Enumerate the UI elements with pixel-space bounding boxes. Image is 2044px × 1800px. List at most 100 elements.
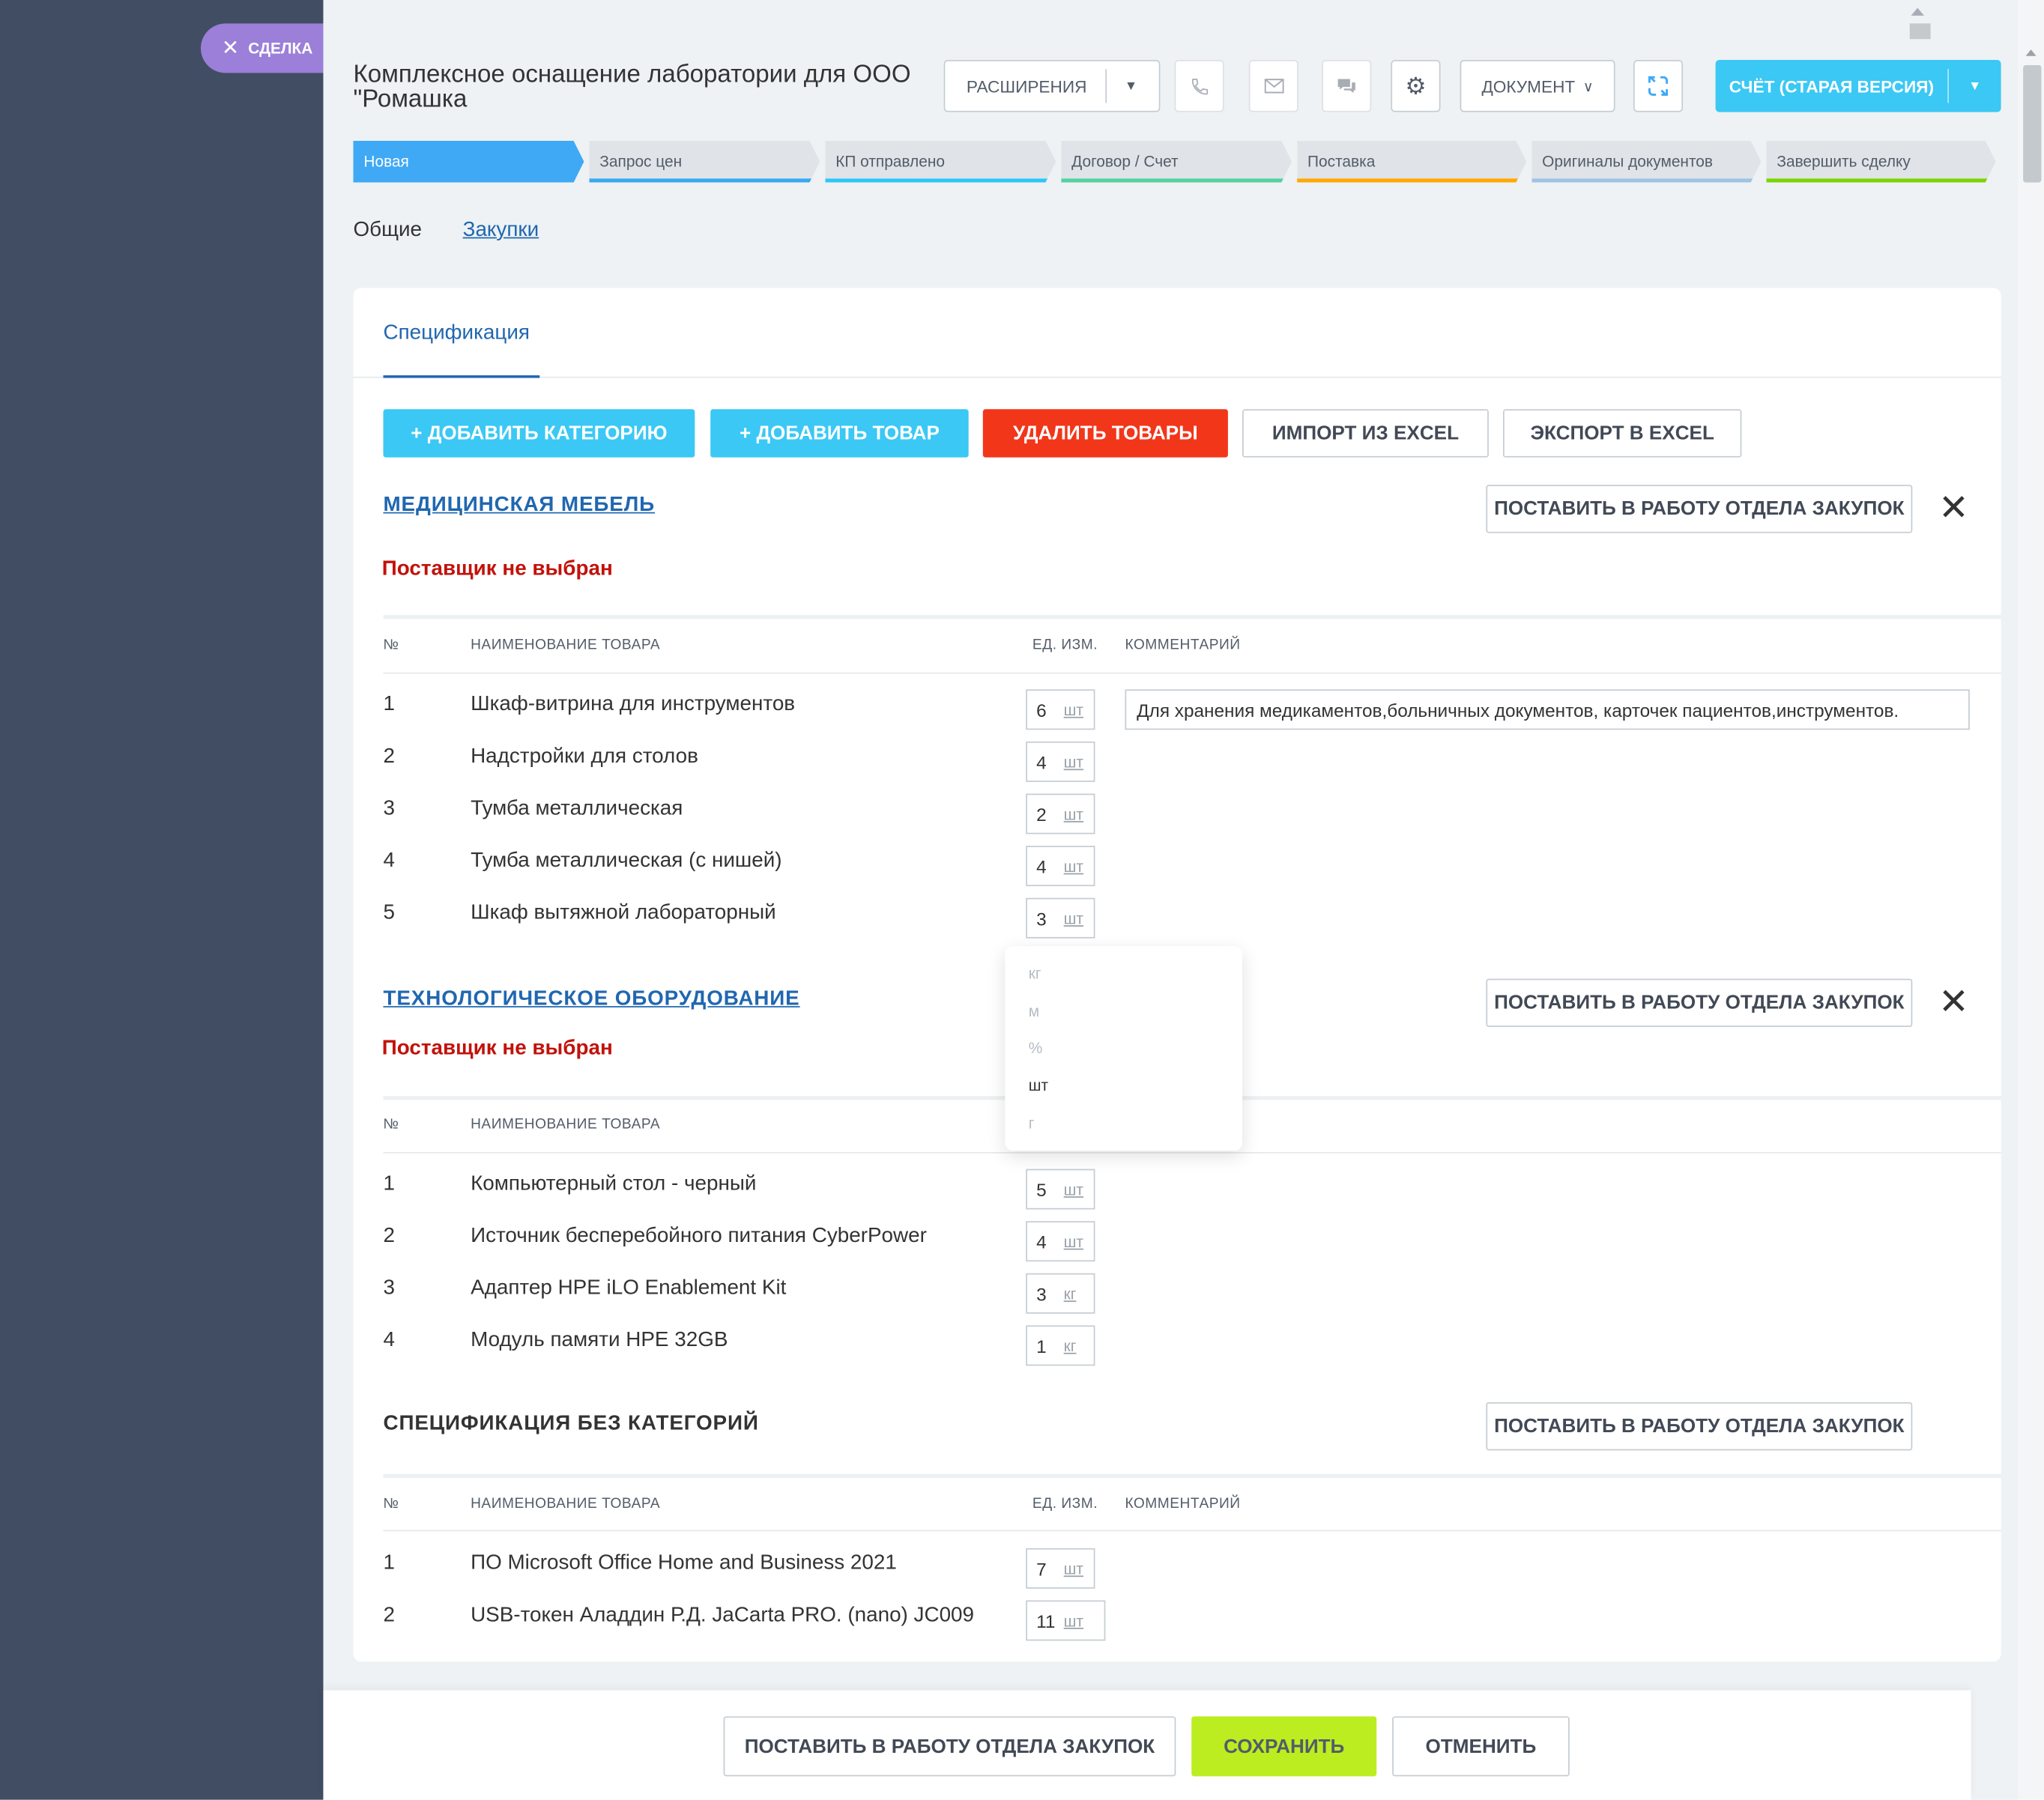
stage-complete[interactable]: Завершить сделку [1766,141,1995,183]
stage-contract[interactable]: Договор / Счет [1061,141,1292,183]
quantity-field[interactable]: 7 шт [1026,1548,1095,1589]
quantity-field[interactable]: 5 шт [1026,1169,1095,1210]
save-button[interactable]: СОХРАНИТЬ [1191,1716,1377,1777]
collapse-arrow-icon[interactable] [1911,7,1924,16]
unit-select[interactable]: шт [1064,753,1083,771]
tab-specification[interactable]: Спецификация [384,322,530,345]
stage-label: Запрос цен [599,152,683,171]
unit-select[interactable]: кг [1064,1285,1077,1303]
send-to-purchasing-button[interactable]: ПОСТАВИТЬ В РАБОТУ ОТДЕЛА ЗАКУПОК [1486,978,1913,1027]
quantity-field[interactable]: 2 шт [1026,793,1095,834]
scroll-up-icon[interactable] [2025,49,2037,56]
product-name: ПО Microsoft Office Home and Business 20… [471,1552,897,1575]
tab-general[interactable]: Общие [353,219,422,242]
quantity-field[interactable]: 4 шт [1026,741,1095,782]
mail-button[interactable] [1248,60,1298,112]
close-icon[interactable]: ✕ [1938,984,1969,1021]
comment-field[interactable]: Для хранения медикаментов,больничных док… [1125,689,1970,730]
product-name: USB-токен Аладдин Р.Д. JaCarta PRO. (nan… [471,1604,975,1627]
tab-purchases[interactable]: Закупки [463,219,539,242]
send-to-purchasing-button[interactable]: ПОСТАВИТЬ В РАБОТУ ОТДЕЛА ЗАКУПОК [1486,485,1913,533]
unit-select[interactable]: шт [1064,1180,1083,1198]
unit-dropdown: кг м % шт г [1005,946,1243,1151]
quantity-value: 5 [1036,1178,1047,1200]
add-category-button[interactable]: + ДОБАВИТЬ КАТЕГОРИЮ [383,409,695,458]
add-product-button[interactable]: + ДОБАВИТЬ ТОВАР [710,409,969,458]
divider [1104,69,1107,103]
export-excel-button[interactable]: ЭКСПОРТ В EXCEL [1502,409,1742,458]
unit-select[interactable]: шт [1064,700,1083,718]
unit-select[interactable]: шт [1064,1560,1083,1578]
unit-option-pcs[interactable]: шт [1029,1076,1048,1094]
unit-option-percent[interactable]: % [1029,1039,1043,1057]
stage-price-request[interactable]: Запрос цен [589,141,820,183]
unit-select[interactable]: кг [1064,1336,1077,1354]
document-button[interactable]: ДОКУМЕНТ ∨ [1460,60,1615,112]
category-title-medical-furniture[interactable]: МЕДИЦИНСКАЯ МЕБЕЛЬ [384,494,656,517]
product-name: Тумба металлическая (с нишей) [471,849,782,872]
stage-offer-sent[interactable]: КП отправлено [825,141,1056,183]
import-excel-button[interactable]: ИМПОРТ ИЗ EXCEL [1242,409,1489,458]
settings-button[interactable]: ⚙ [1391,60,1441,112]
stage-delivery[interactable]: Поставка [1297,141,1526,183]
product-name: Шкаф вытяжной лабораторный [471,901,776,924]
chat-button[interactable] [1322,60,1372,112]
col-unit-header: ЕД. ИЗМ. [1032,637,1098,653]
cancel-button[interactable]: ОТМЕНИТЬ [1392,1716,1570,1777]
category-title-uncategorized: СПЕЦИФИКАЦИЯ БЕЗ КАТЕГОРИЙ [383,1412,759,1435]
close-icon[interactable]: ✕ [1938,489,1969,527]
caret-down-icon[interactable]: ▼ [1949,79,2001,93]
quantity-value: 4 [1036,1231,1047,1252]
footer-send-to-purchasing-button[interactable]: ПОСТАВИТЬ В РАБОТУ ОТДЕЛА ЗАКУПОК [723,1716,1176,1777]
document-label: ДОКУМЕНТ [1481,76,1576,96]
product-name: Модуль памяти HPE 32GB [471,1329,728,1352]
stage-label: Оригиналы документов [1542,152,1714,171]
category-title-tech-equipment[interactable]: ТЕХНОЛОГИЧЕСКОЕ ОБОРУДОВАНИЕ [384,988,800,1011]
stage-originals[interactable]: Оригиналы документов [1532,141,1761,183]
delete-products-button[interactable]: УДАЛИТЬ ТОВАРЫ [982,409,1228,458]
page-title: Комплексное оснащение лаборатории для ОО… [353,61,911,114]
extensions-button[interactable]: РАСШИРЕНИЯ ▼ [943,60,1161,112]
quantity-value: 3 [1036,907,1047,929]
unit-option-g[interactable]: г [1029,1115,1035,1133]
quantity-value: 7 [1036,1557,1047,1579]
gear-icon: ⚙ [1405,72,1427,99]
unit-select[interactable]: шт [1064,1611,1083,1629]
quantity-field[interactable]: 11 шт [1026,1600,1106,1641]
product-name: Шкаф-витрина для инструментов [471,693,796,716]
scrollbar[interactable] [2018,0,2044,1800]
quantity-value: 3 [1036,1282,1047,1304]
quantity-value: 2 [1036,803,1047,825]
quantity-field[interactable]: 4 шт [1026,1221,1095,1262]
divider [383,615,2001,619]
unit-option-kg[interactable]: кг [1029,964,1041,982]
caret-down-icon[interactable]: ▼ [1125,79,1137,93]
quantity-field[interactable]: 3 шт [1026,897,1095,939]
scrollbar-thumb[interactable] [2023,64,2042,183]
row-number: 1 [383,693,395,716]
send-to-purchasing-button[interactable]: ПОСТАВИТЬ В РАБОТУ ОТДЕЛА ЗАКУПОК [1486,1402,1913,1451]
unit-option-m[interactable]: м [1029,1002,1039,1020]
collapse-handle[interactable] [1909,23,1931,40]
invoice-old-version-button[interactable]: СЧЁТ (СТАРАЯ ВЕРСИЯ) ▼ [1715,60,2001,112]
chat-icon [1337,79,1355,94]
app-root: ✕ СДЕЛКА Комплексное оснащение лаборатор… [0,0,2044,1800]
quantity-field[interactable]: 6 шт [1026,689,1095,730]
phone-button[interactable] [1174,60,1224,112]
quantity-field[interactable]: 3 кг [1026,1273,1095,1314]
quantity-field[interactable]: 4 шт [1026,846,1095,887]
col-num-header: № [383,1117,399,1133]
stage-bar: Новая Запрос цен КП отправлено Договор /… [353,141,2001,183]
unit-select[interactable]: шт [1064,909,1083,927]
active-tab-underline [383,375,540,378]
unit-select[interactable]: шт [1064,1232,1083,1250]
stage-new[interactable]: Новая [353,141,584,183]
refresh-button[interactable] [1633,60,1684,112]
unit-select[interactable]: шт [1064,804,1083,822]
unit-select[interactable]: шт [1064,857,1083,875]
quantity-field[interactable]: 1 кг [1026,1325,1095,1366]
quantity-value: 4 [1036,751,1047,772]
product-name: Компьютерный стол - черный [471,1172,757,1196]
divider [353,376,2001,378]
col-comment-header: КОММЕНТАРИЙ [1125,1496,1241,1512]
